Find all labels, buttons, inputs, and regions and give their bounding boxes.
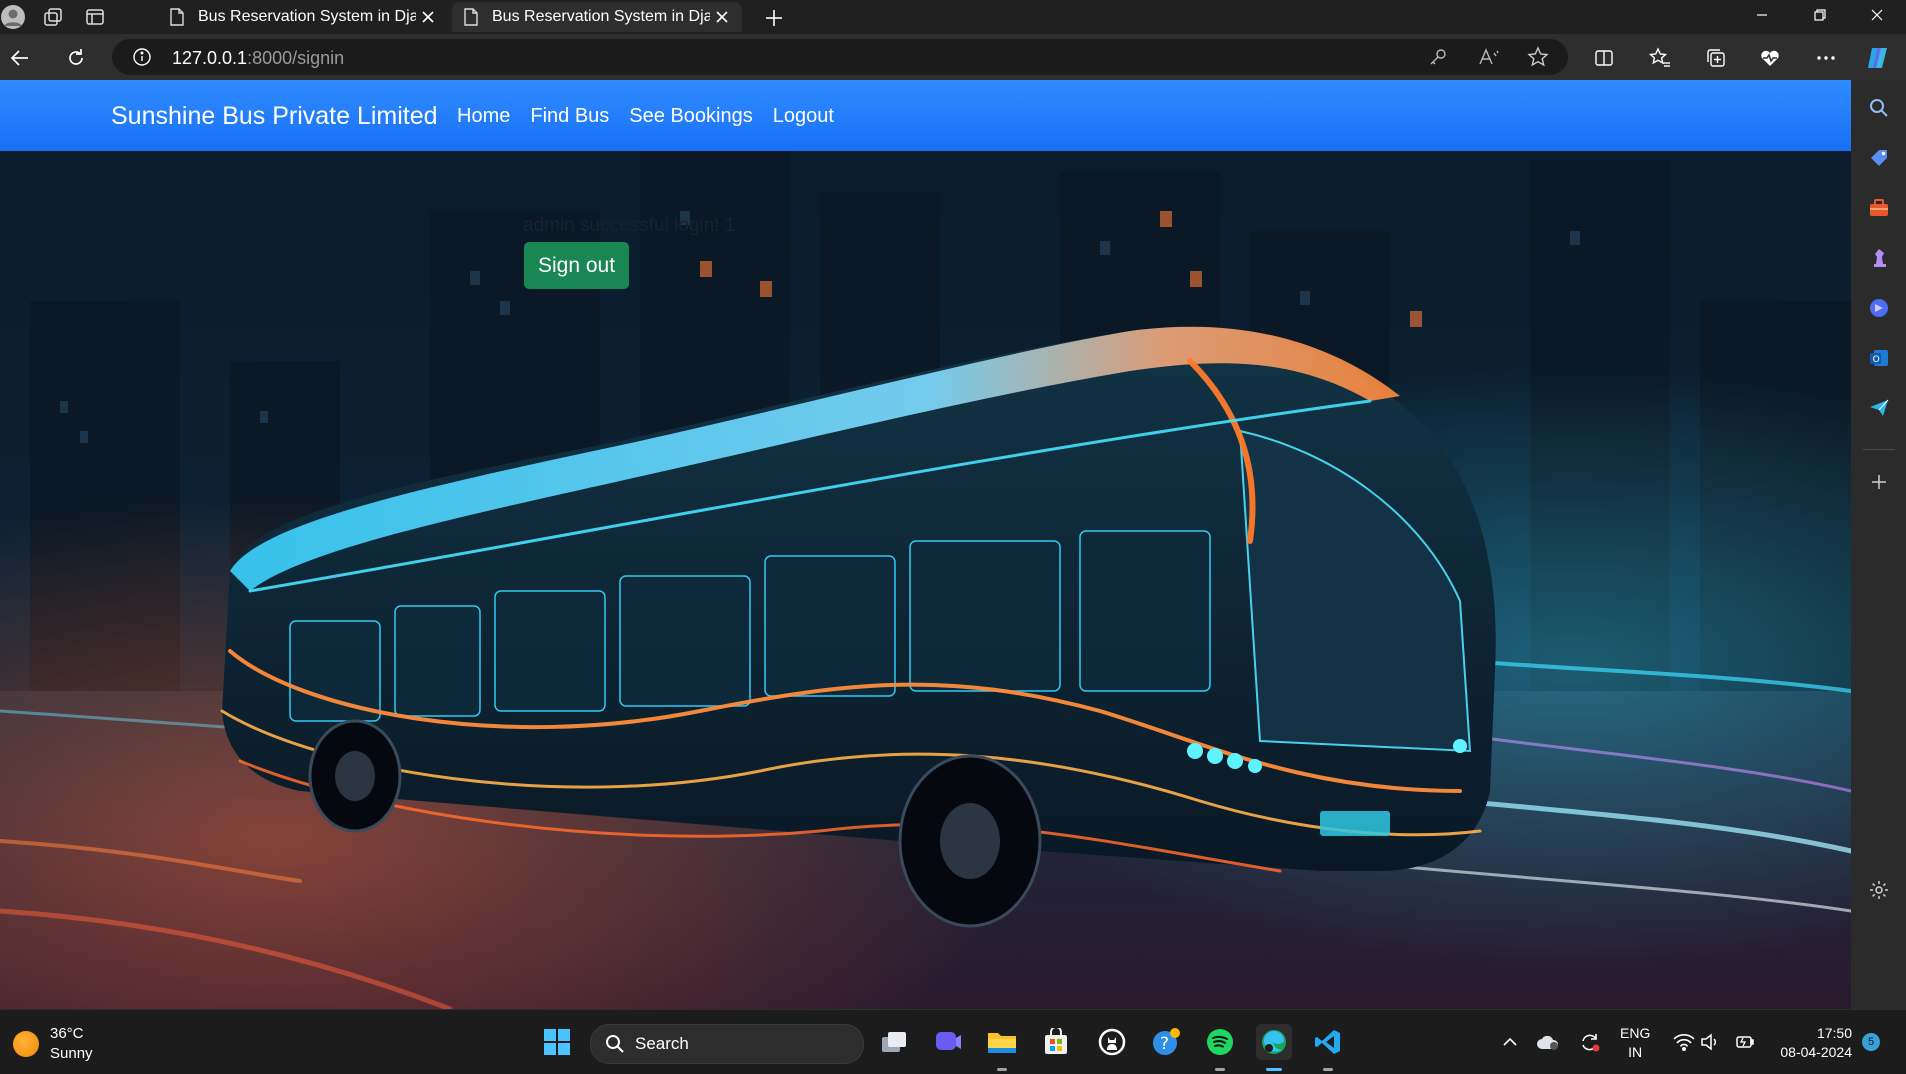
copilot-sidebar-icon[interactable] xyxy=(1867,296,1891,320)
get-help-icon[interactable]: ? xyxy=(1148,1024,1184,1060)
nav-links: Home Find Bus See Bookings Logout xyxy=(457,105,834,128)
nav-logout-link[interactable]: Logout xyxy=(773,105,834,128)
language-code: ENG xyxy=(1620,1025,1651,1041)
start-windows-icon[interactable] xyxy=(539,1024,575,1060)
tab-bus-reservation-1[interactable]: Bus Reservation System in Djang xyxy=(158,2,448,32)
settings-more-icon[interactable] xyxy=(1810,42,1842,74)
add-sidebar-app-icon[interactable] xyxy=(1867,470,1891,494)
wifi-icon[interactable] xyxy=(1672,1030,1696,1054)
microsoft-store-icon[interactable] xyxy=(1038,1024,1074,1060)
tab-title: Bus Reservation System in Djang xyxy=(198,8,416,25)
tab-bus-reservation-2[interactable]: Bus Reservation System in Djang xyxy=(452,2,742,32)
browser-toolbar: 127.0.0.1:8000/signin xyxy=(0,34,1906,80)
bus-city-illustration xyxy=(0,151,1851,1009)
search-icon[interactable] xyxy=(1867,96,1891,120)
games-chess-icon[interactable] xyxy=(1867,246,1891,270)
svg-text:O: O xyxy=(1873,355,1880,365)
input-language-indicator[interactable]: ENG IN xyxy=(1620,1024,1650,1062)
vscode-icon[interactable] xyxy=(1310,1024,1346,1060)
login-success-message: admin successful login! 1 xyxy=(523,215,736,236)
sync-alert-icon[interactable] xyxy=(1578,1030,1602,1054)
github-desktop-icon[interactable] xyxy=(1094,1024,1130,1060)
site-navbar: Sunshine Bus Private Limited Home Find B… xyxy=(0,80,1851,151)
edge-browser-icon[interactable] xyxy=(1256,1024,1292,1060)
close-window-button[interactable] xyxy=(1848,0,1906,30)
task-view-icon[interactable] xyxy=(876,1024,912,1060)
close-tab-icon[interactable] xyxy=(710,5,734,29)
favorite-star-icon[interactable] xyxy=(1527,46,1549,73)
page-viewport: Sunshine Bus Private Limited Home Find B… xyxy=(0,80,1851,1009)
site-info-icon[interactable] xyxy=(132,47,152,72)
password-key-icon[interactable] xyxy=(1428,47,1448,72)
tab-actions-icon[interactable] xyxy=(82,4,108,30)
search-icon xyxy=(605,1034,625,1059)
edge-sidebar: O xyxy=(1851,80,1906,1009)
minimize-button[interactable] xyxy=(1733,0,1791,30)
teams-chat-icon[interactable] xyxy=(930,1024,966,1060)
svg-text:?: ? xyxy=(1160,1034,1169,1054)
language-region: IN xyxy=(1628,1044,1643,1060)
brand-link[interactable]: Sunshine Bus Private Limited xyxy=(111,102,438,131)
page-icon xyxy=(166,6,188,28)
search-label: Search xyxy=(635,1034,689,1053)
notification-badge[interactable]: 5 xyxy=(1862,1033,1880,1051)
onedrive-cloud-icon[interactable] xyxy=(1536,1030,1560,1054)
tools-briefcase-icon[interactable] xyxy=(1867,196,1891,220)
restore-button[interactable] xyxy=(1791,0,1849,30)
sidebar-settings-icon[interactable] xyxy=(1867,878,1891,902)
address-bar[interactable]: 127.0.0.1:8000/signin xyxy=(112,39,1568,75)
battery-charging-icon[interactable] xyxy=(1732,1030,1756,1054)
collections-icon[interactable] xyxy=(1700,42,1732,74)
system-clock[interactable]: 17:50 08-04-2024 xyxy=(1760,1024,1852,1062)
profile-avatar-icon[interactable] xyxy=(0,4,26,30)
nav-home-link[interactable]: Home xyxy=(457,105,510,128)
browser-essentials-icon[interactable] xyxy=(1754,42,1786,74)
weather-temperature[interactable]: 36°C xyxy=(50,1025,84,1042)
clock-date: 08-04-2024 xyxy=(1780,1044,1852,1060)
sign-out-button[interactable]: Sign out xyxy=(524,242,629,289)
back-button[interactable] xyxy=(4,42,36,74)
url-text[interactable]: 127.0.0.1:8000/signin xyxy=(172,48,344,69)
page-icon xyxy=(460,6,482,28)
copilot-icon[interactable] xyxy=(1862,42,1894,74)
running-indicator xyxy=(1215,1068,1225,1071)
url-path: :8000/signin xyxy=(247,48,345,68)
tab-title: Bus Reservation System in Djang xyxy=(492,8,710,25)
sidebar-divider xyxy=(1863,449,1895,450)
workspaces-icon[interactable] xyxy=(40,4,66,30)
url-host: 127.0.0.1 xyxy=(172,48,248,68)
nav-see-bookings-link[interactable]: See Bookings xyxy=(629,105,752,128)
spotify-icon[interactable] xyxy=(1202,1024,1238,1060)
running-indicator xyxy=(997,1068,1007,1071)
running-indicator xyxy=(1323,1068,1333,1071)
telegram-send-icon[interactable] xyxy=(1867,396,1891,420)
split-screen-icon[interactable] xyxy=(1588,42,1620,74)
taskbar-search-box[interactable]: Search xyxy=(590,1024,864,1064)
volume-icon[interactable] xyxy=(1698,1030,1722,1054)
close-tab-icon[interactable] xyxy=(416,5,440,29)
outlook-icon[interactable]: O xyxy=(1867,346,1891,370)
tab-strip: Bus Reservation System in Djang Bus Rese… xyxy=(0,0,1906,34)
favorites-icon[interactable] xyxy=(1644,42,1676,74)
active-indicator xyxy=(1266,1068,1282,1071)
file-explorer-icon[interactable] xyxy=(984,1024,1020,1060)
show-hidden-icons-chevron-icon[interactable] xyxy=(1498,1030,1522,1054)
windows-taskbar: 36°C Sunny Search ? ENG IN 17:50 08-04-2… xyxy=(0,1009,1906,1074)
nav-find-bus-link[interactable]: Find Bus xyxy=(530,105,609,128)
hero-background-image: admin successful login! 1 Sign out xyxy=(0,151,1851,1009)
weather-sun-icon[interactable] xyxy=(13,1031,39,1057)
new-tab-button[interactable] xyxy=(760,4,788,32)
refresh-button[interactable] xyxy=(60,42,92,74)
clock-time: 17:50 xyxy=(1816,1025,1852,1041)
read-aloud-icon[interactable] xyxy=(1478,47,1500,72)
weather-condition[interactable]: Sunny xyxy=(50,1045,93,1062)
shopping-tag-icon[interactable] xyxy=(1867,146,1891,170)
